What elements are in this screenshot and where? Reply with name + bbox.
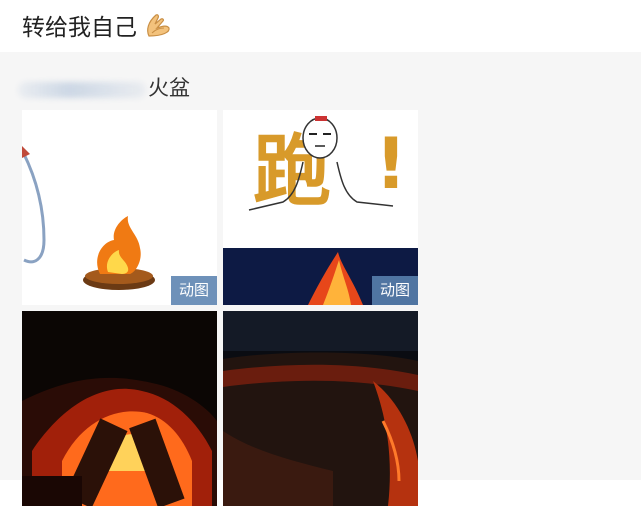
- image-tile-1[interactable]: 动图: [22, 110, 217, 305]
- blurred-author-name: [18, 82, 146, 98]
- repost-text: 火盆: [148, 76, 190, 100]
- svg-text:!: !: [375, 123, 407, 205]
- post-text: 转给我自己: [22, 8, 173, 42]
- gif-badge: 动图: [372, 276, 418, 305]
- repost-author-line: 火盆: [18, 72, 218, 102]
- image-tile-4[interactable]: [223, 311, 418, 506]
- pressed-hands-icon: [147, 14, 170, 37]
- image-tile-2[interactable]: 跑 ! 动图: [223, 110, 418, 305]
- gif-badge: 动图: [171, 276, 217, 305]
- lava-crater-image: [223, 311, 418, 506]
- post-text-label: 转给我自己: [22, 15, 137, 41]
- image-tile-3[interactable]: [22, 311, 217, 506]
- burning-logs-image: [22, 311, 217, 506]
- repost-card[interactable]: 火盆 动图 跑 ! 动图: [0, 52, 641, 506]
